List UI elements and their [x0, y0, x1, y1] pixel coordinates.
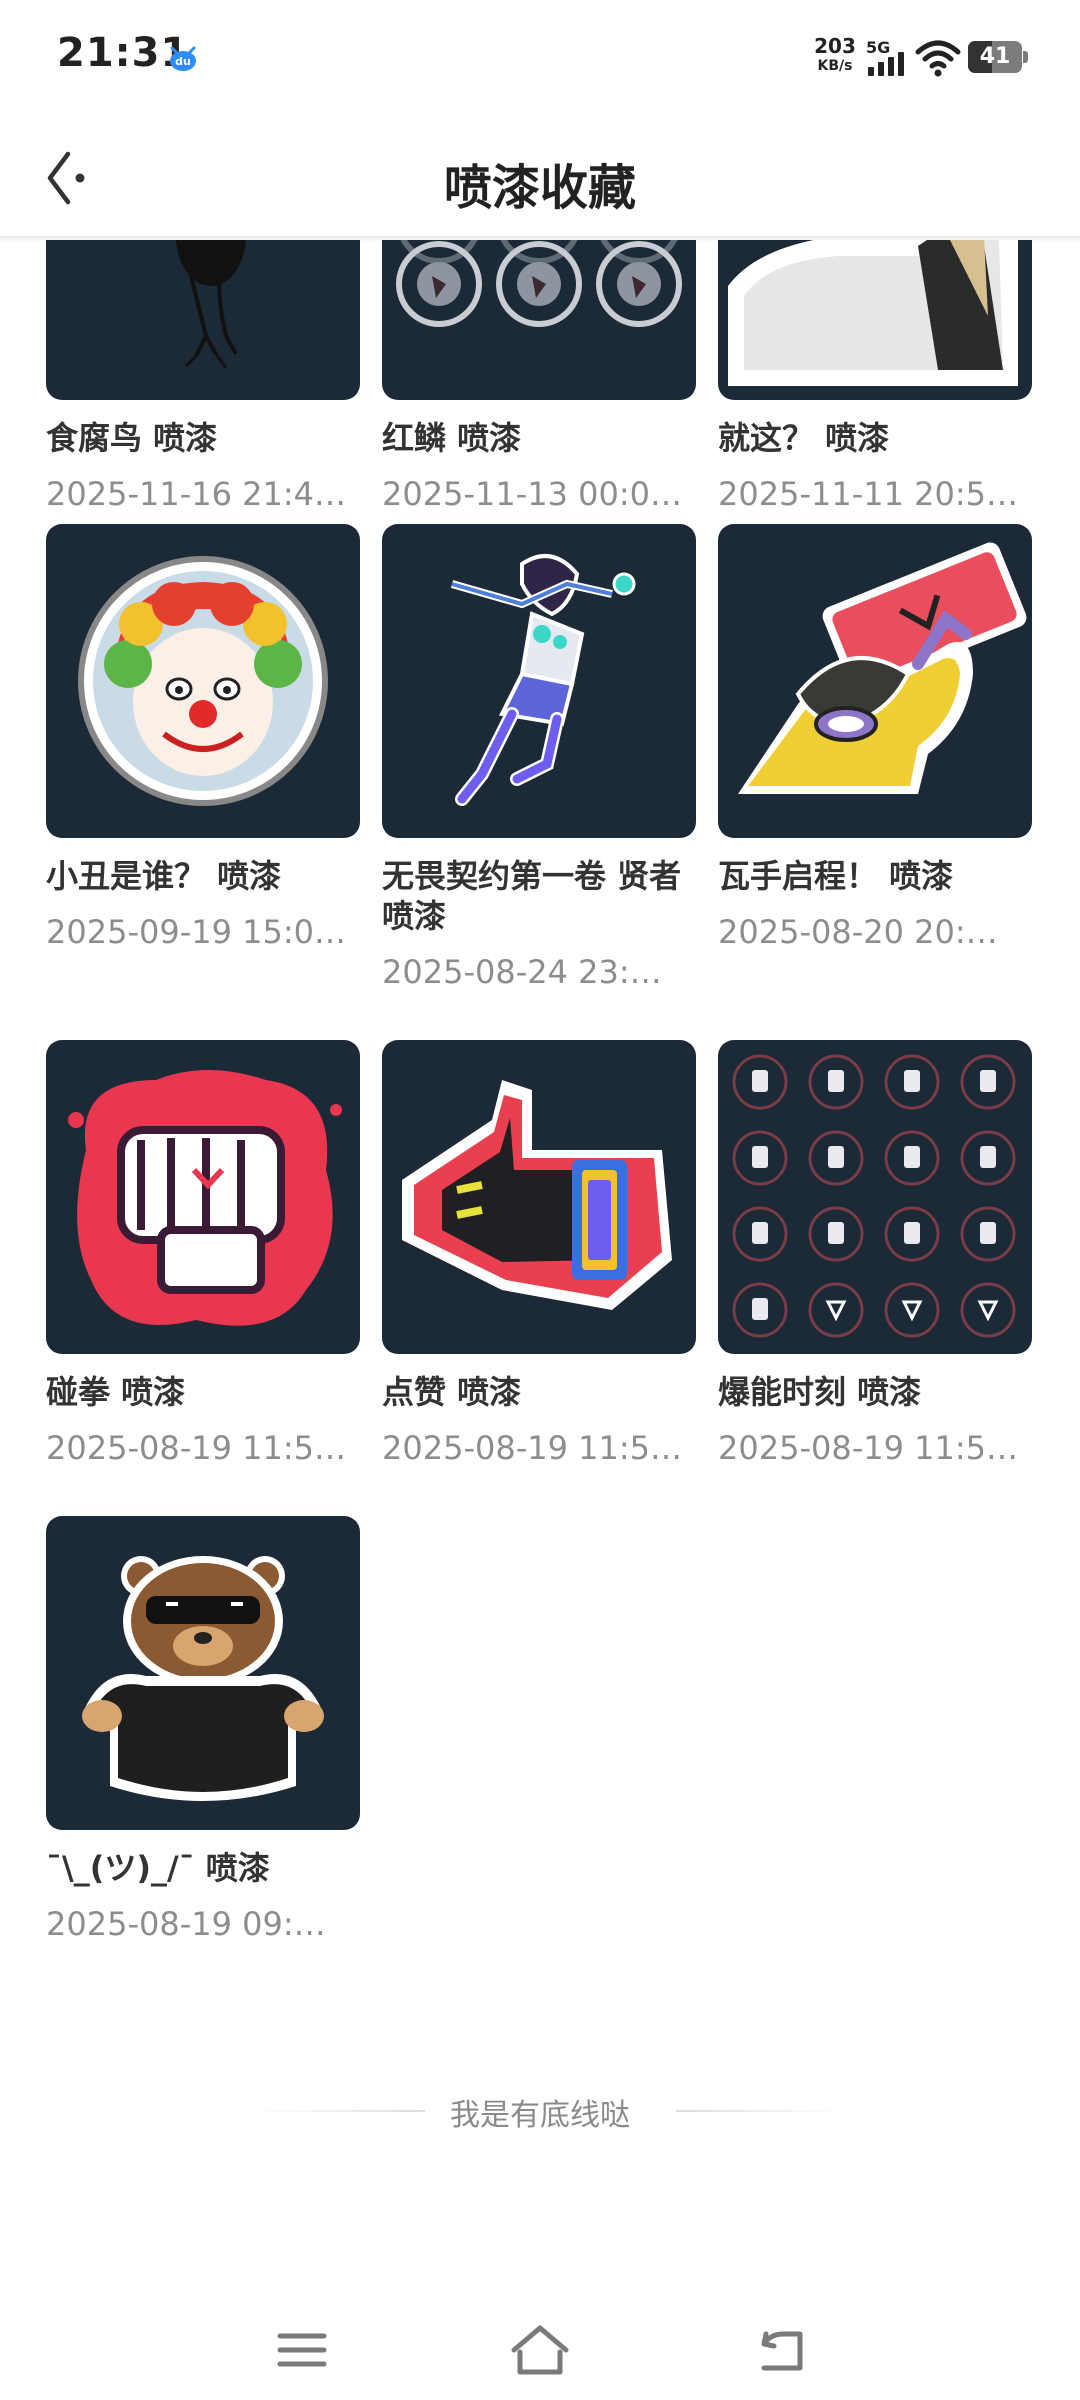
battery-indicator: 41 [968, 41, 1028, 73]
status-bar: 21:31 du 203 KB/s 5G 41 [0, 0, 1080, 118]
spray-title: 爆能时刻 喷漆 [718, 1373, 922, 1411]
top-app-bar: 喷漆收藏 [0, 118, 1080, 240]
home-icon[interactable] [508, 2322, 572, 2378]
spray-date: 2025-08-19 11:5… [718, 1429, 1018, 1467]
spray-card[interactable]: 小丑是谁？ 喷漆 2025-09-19 15:0… [46, 524, 360, 952]
spray-date: 2025-11-16 21:4… [46, 475, 346, 513]
spray-thumbnail[interactable] [718, 524, 1032, 838]
spray-title: 无畏契约第一卷 贤者 喷漆 [382, 857, 682, 935]
spray-card[interactable]: 点赞 喷漆 2025-08-19 11:5… [382, 1040, 696, 1468]
spray-thumbnail[interactable] [382, 524, 696, 838]
spray-title: 瓦手启程！ 喷漆 [718, 857, 954, 895]
back-icon[interactable] [750, 2322, 814, 2378]
spray-thumbnail[interactable] [46, 524, 360, 838]
spray-title: 小丑是谁？ 喷漆 [46, 857, 282, 895]
spray-card[interactable]: 食腐鸟 喷漆 2025-11-16 21:4… [46, 240, 360, 514]
spray-thumbnail[interactable] [718, 1040, 1032, 1354]
spray-date: 2025-11-11 20:5… [718, 475, 1018, 513]
spray-card[interactable]: ¯\_(ツ)_/¯ 喷漆 2025-08-19 09:… [46, 1516, 360, 1944]
end-text: 我是有底线哒 [450, 2098, 630, 2133]
spray-title: 碰拳 喷漆 [46, 1373, 186, 1411]
spray-thumbnail[interactable] [46, 1040, 360, 1354]
list-end-indicator: 我是有底线哒 [0, 2090, 1080, 2133]
svg-text:du: du [175, 55, 191, 68]
spray-date: 2025-08-19 11:5… [382, 1429, 682, 1467]
spray-thumbnail[interactable] [46, 240, 360, 400]
spray-thumbnail[interactable] [382, 240, 696, 400]
page-title: 喷漆收藏 [443, 160, 636, 216]
spray-card[interactable]: 无畏契约第一卷 贤者 喷漆 2025-08-24 23:… [382, 524, 696, 992]
signal-icon [868, 52, 904, 76]
spray-card[interactable]: 爆能时刻 喷漆 2025-08-19 11:5… [718, 1040, 1032, 1468]
spray-title: 食腐鸟 喷漆 [46, 419, 218, 457]
spray-date: 2025-08-19 09:… [46, 1905, 326, 1943]
spray-title: 点赞 喷漆 [382, 1373, 522, 1411]
divider-right [676, 2110, 846, 2112]
spray-title: ¯\_(ツ)_/¯ 喷漆 [46, 1849, 270, 1887]
wifi-icon [915, 40, 961, 77]
spray-date: 2025-08-24 23:… [382, 953, 662, 991]
spray-title: 红鳞 喷漆 [382, 419, 522, 457]
spray-grid[interactable]: 食腐鸟 喷漆 2025-11-16 21:4… 红鳞 喷漆 2025-11-13… [0, 240, 1080, 2040]
system-navigation-bar [0, 2300, 1080, 2400]
spray-date: 2025-08-19 11:5… [46, 1429, 346, 1467]
menu-icon[interactable] [270, 2322, 334, 2378]
spray-thumbnail[interactable] [382, 1040, 696, 1354]
spray-date: 2025-11-13 00:0… [382, 475, 682, 513]
spray-date: 2025-08-20 20:… [718, 913, 998, 951]
du-app-icon: du [170, 46, 196, 71]
spray-card[interactable]: 碰拳 喷漆 2025-08-19 11:5… [46, 1040, 360, 1468]
spray-card[interactable]: 瓦手启程！ 喷漆 2025-08-20 20:… [718, 524, 1032, 952]
spray-card[interactable]: 就这？ 喷漆 2025-11-11 20:5… [718, 240, 1032, 514]
network-speed: 203 KB/s [814, 34, 856, 74]
spray-thumbnail[interactable] [718, 240, 1032, 400]
spray-card[interactable]: 红鳞 喷漆 2025-11-13 00:0… [382, 240, 696, 514]
spray-thumbnail[interactable] [46, 1516, 360, 1830]
spray-title: 就这？ 喷漆 [718, 419, 890, 457]
spray-date: 2025-09-19 15:0… [46, 913, 346, 951]
